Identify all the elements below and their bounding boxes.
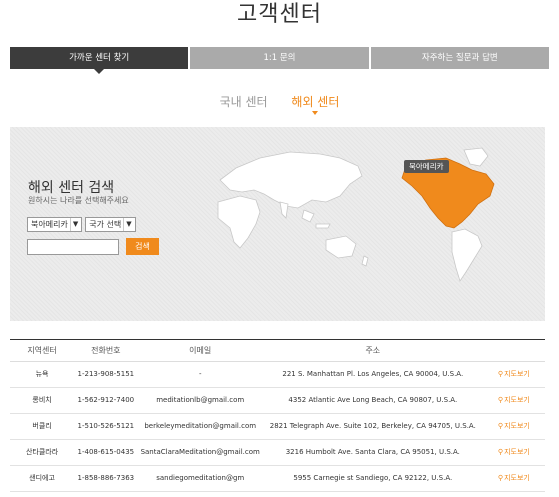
tab-label: 가까운 센터 찾기 [69, 53, 130, 63]
search-selects: 북아메리카 ▼ 국가 선택 ▼ [27, 217, 136, 232]
col-phone: 전화번호 [74, 339, 138, 362]
search-button[interactable]: 검색 [126, 238, 159, 255]
map-link-label: 지도보기 [504, 474, 530, 482]
tab-inquiry[interactable]: 1:1 문의 [190, 47, 369, 69]
country-select-value: 국가 선택 [89, 220, 122, 229]
world-map[interactable] [190, 144, 510, 284]
map-pin-icon: ⚲ [497, 396, 504, 404]
active-subtab-caret [312, 111, 319, 115]
col-center: 지역센터 [10, 339, 75, 362]
map-greenland [463, 147, 489, 167]
map-se-asia [301, 209, 331, 229]
chevron-down-icon: ▼ [123, 218, 132, 231]
map-region-label: 북아메리카 [404, 160, 449, 173]
center-email: - [137, 361, 263, 388]
center-address: 5955 Carnegie st Sandiego, CA 92122, U.S… [262, 465, 483, 492]
center-email: meditationlb@gmail.com [137, 387, 263, 414]
center-email: berkeleymeditation@gmail.com [137, 413, 263, 440]
center-phone: 1-562-912-7400 [74, 387, 138, 414]
map-australia [325, 235, 357, 259]
col-map [482, 339, 545, 362]
center-address: 4352 Atlantic Ave Long Beach, CA 90807, … [262, 387, 483, 414]
table-row: 롱비치 1-562-912-7400 meditationlb@gmail.co… [10, 387, 545, 414]
subtab-label: 해외 센터 [291, 95, 340, 109]
map-link-label: 지도보기 [504, 370, 530, 378]
country-select[interactable]: 국가 선택 ▼ [85, 217, 136, 232]
subtab-domestic[interactable]: 국내 센터 [220, 93, 268, 110]
tab-nearby-center[interactable]: 가까운 센터 찾기 [10, 47, 189, 74]
search-title: 해외 센터 검색 [28, 180, 115, 196]
map-link[interactable]: ⚲지도보기 [482, 361, 545, 388]
tab-faq[interactable]: 자주하는 질문과 답변 [370, 47, 549, 69]
main-tabs: 가까운 센터 찾기 1:1 문의 자주하는 질문과 답변 [10, 47, 549, 74]
search-input[interactable] [27, 239, 119, 255]
center-subtabs: 국내 센터 해외 센터 [0, 93, 559, 115]
center-name: 산타클라라 [10, 439, 75, 466]
centers-table: 지역센터 전화번호 이메일 주소 뉴욕 1-213-908-5151 - 221… [10, 339, 545, 492]
map-link[interactable]: ⚲지도보기 [482, 465, 545, 492]
map-link-label: 지도보기 [504, 396, 530, 404]
region-select[interactable]: 북아메리카 ▼ [27, 217, 83, 232]
subtab-overseas[interactable]: 해외 센터 [291, 93, 340, 115]
center-email: SantaClaraMeditation@gmail.com [137, 439, 263, 466]
map-link[interactable]: ⚲지도보기 [482, 387, 545, 414]
col-address: 주소 [262, 339, 483, 362]
map-pin-icon: ⚲ [497, 370, 504, 378]
map-link[interactable]: ⚲지도보기 [482, 413, 545, 440]
center-address: 221 S. Manhattan Pl. Los Angeles, CA 900… [262, 361, 483, 388]
chevron-down-icon: ▼ [69, 218, 78, 231]
table-row: 산타클라라 1-408-615-0435 SantaClaraMeditatio… [10, 439, 545, 466]
map-south-america [451, 228, 483, 282]
center-name: 롱비치 [10, 387, 75, 414]
table-row: 뉴욕 1-213-908-5151 - 221 S. Manhattan Pl.… [10, 361, 545, 388]
map-new-zealand [361, 255, 369, 267]
map-link-label: 지도보기 [504, 448, 530, 456]
center-phone: 1-408-615-0435 [74, 439, 138, 466]
center-address: 3216 Humbolt Ave. Santa Clara, CA 95051,… [262, 439, 483, 466]
tab-label: 자주하는 질문과 답변 [421, 53, 498, 63]
map-pin-icon: ⚲ [497, 448, 504, 456]
center-phone: 1-510-526-5121 [74, 413, 138, 440]
table-row: 샌디에고 1-858-886-7363 sandiegomeditation@g… [10, 465, 545, 492]
search-subtitle: 원하시는 나라를 선택해주세요 [28, 196, 129, 205]
map-link[interactable]: ⚲지도보기 [482, 439, 545, 466]
map-pin-icon: ⚲ [497, 422, 504, 430]
table-header-row: 지역센터 전화번호 이메일 주소 [10, 339, 545, 362]
map-india [279, 201, 289, 219]
center-email: sandiegomeditation@gm [137, 465, 263, 492]
center-name: 샌디에고 [10, 465, 75, 492]
tab-label: 1:1 문의 [263, 53, 296, 63]
map-africa [217, 195, 261, 249]
center-address: 2821 Telegraph Ave. Suite 102, Berkeley,… [262, 413, 483, 440]
center-phone: 1-858-886-7363 [74, 465, 138, 492]
region-select-value: 북아메리카 [31, 220, 68, 229]
active-tab-caret [94, 69, 105, 74]
center-phone: 1-213-908-5151 [74, 361, 138, 388]
center-name: 버클리 [10, 413, 75, 440]
map-pin-icon: ⚲ [497, 474, 504, 482]
center-name: 뉴욕 [10, 361, 75, 388]
table-row: 버클리 1-510-526-5121 berkeleymeditation@gm… [10, 413, 545, 440]
overseas-search-panel: 해외 센터 검색 원하시는 나라를 선택해주세요 북아메리카 ▼ 국가 선택 ▼… [10, 127, 545, 321]
map-link-label: 지도보기 [504, 422, 530, 430]
col-email: 이메일 [137, 339, 263, 362]
page-title: 고객센터 [237, 2, 322, 27]
